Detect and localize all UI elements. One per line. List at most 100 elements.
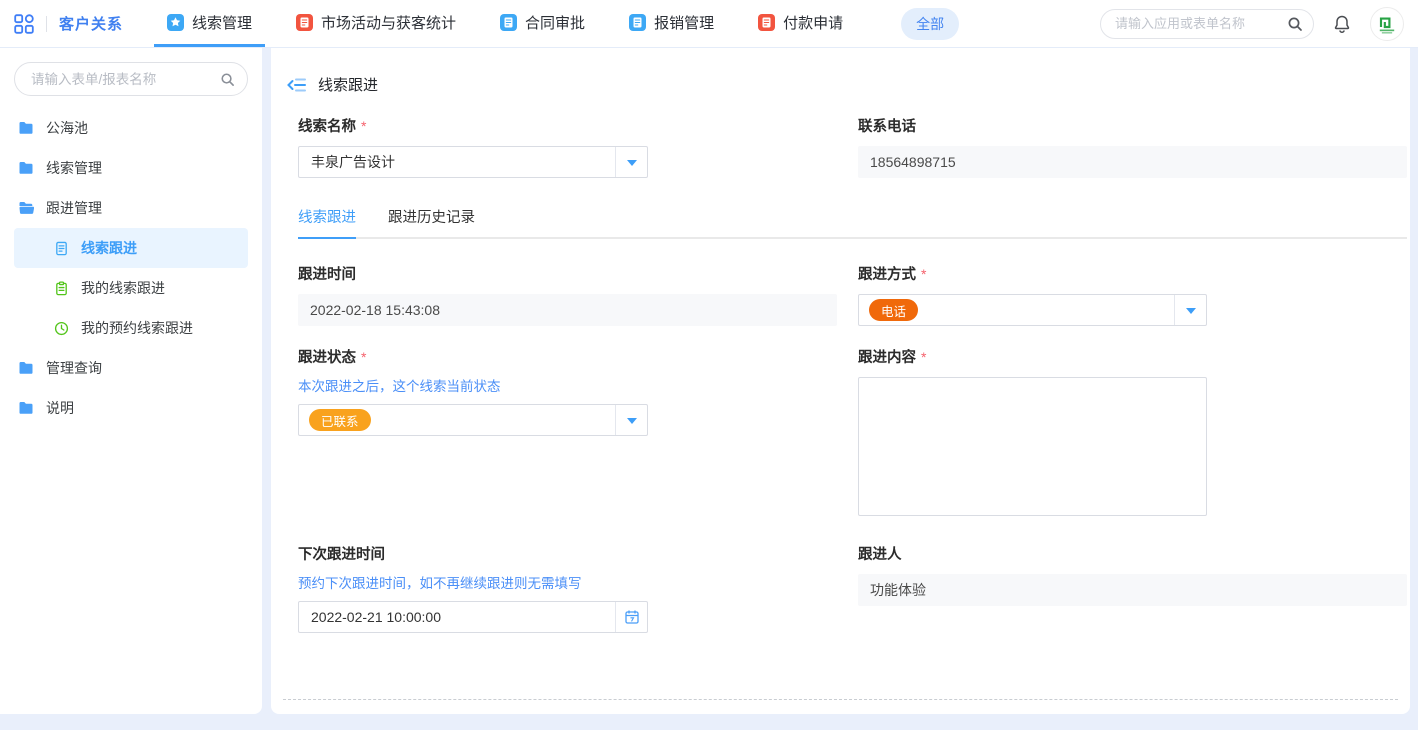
doc-app-icon [296,14,313,31]
next-followup-datetime-input[interactable] [299,609,615,625]
workspace-title[interactable]: 客户关系 [59,13,123,34]
nav-tab-reimbursement[interactable]: 报销管理 [616,0,727,47]
search-icon[interactable] [220,72,235,87]
main-panel: 线索跟进 线索名称 * 丰泉广告设计 联系电话 18564898715 [271,48,1410,714]
field-label: 联系电话 [858,115,916,136]
sidebar-menu: 公海池 线索管理 跟进管理 [0,108,262,428]
next-followup-datetime-picker [298,601,648,633]
sidebar-item-label: 线索管理 [46,158,102,178]
nav-tab-marketing-stats[interactable]: 市场活动与获客统计 [283,0,469,47]
nav-tab-label: 线索管理 [192,12,252,33]
lead-name-select[interactable]: 丰泉广告设计 [298,146,648,178]
sidebar-item-label: 线索跟进 [81,238,137,258]
calendar-box[interactable] [615,602,647,632]
field-label: 跟进人 [858,543,902,564]
nav-tab-lead-management[interactable]: 线索管理 [154,0,265,47]
app-search-box [1100,9,1314,39]
followup-content-textarea[interactable] [858,377,1207,516]
dropdown-caret-box[interactable] [615,147,647,177]
chevron-down-icon [1186,308,1196,319]
required-mark: * [361,349,366,365]
sidebar-item-my-lead-followups[interactable]: 我的线索跟进 [0,268,262,308]
sidebar-search-input[interactable] [31,72,220,87]
sidebar-item-instructions[interactable]: 说明 [0,388,262,428]
star-app-icon [167,14,184,31]
status-tag: 已联系 [309,409,371,431]
app-search-input[interactable] [1115,16,1287,31]
doc-app-icon [758,14,775,31]
folder-icon [18,121,34,135]
followup-status-select[interactable]: 已联系 [298,404,648,436]
sidebar-item-management-query[interactable]: 管理查询 [0,348,262,388]
folder-open-icon [18,201,34,215]
lead-name-value: 丰泉广告设计 [299,152,615,172]
required-mark: * [921,266,926,282]
sidebar-item-public-pool[interactable]: 公海池 [0,108,262,148]
search-icon[interactable] [1287,16,1303,32]
followup-method-select[interactable]: 电话 [858,294,1207,326]
field-label: 跟进方式 [858,263,916,284]
sidebar-item-lead-management[interactable]: 线索管理 [0,148,262,188]
divider [46,16,47,32]
folder-icon [18,361,34,375]
field-followup-status: 跟进状态 * 本次跟进之后，这个线索当前状态 已联系 [298,346,837,436]
tab-lead-followup[interactable]: 线索跟进 [298,206,356,239]
field-label: 跟进内容 [858,346,916,367]
calendar-icon [624,609,640,625]
field-lead-name: 线索名称 * 丰泉广告设计 [298,115,837,178]
folder-icon [18,401,34,415]
sidebar-search-box [14,62,248,96]
sidebar-item-my-scheduled-followups[interactable]: 我的预约线索跟进 [0,308,262,348]
sidebar-item-lead-followup[interactable]: 线索跟进 [14,228,248,268]
field-followup-time: 跟进时间 2022-02-18 15:43:08 [298,263,837,326]
field-next-followup-time: 下次跟进时间 预约下次跟进时间，如不再继续跟进则无需填写 [298,543,837,633]
top-nav-tabs: 线索管理 市场活动与获客统计 合同审批 报销管理 付款申请 [145,0,865,47]
all-apps-pill[interactable]: 全部 [901,8,959,40]
doc-app-icon [629,14,646,31]
sidebar: 公海池 线索管理 跟进管理 [0,48,262,714]
clock-icon [53,321,69,336]
folder-icon [18,161,34,175]
chevron-down-icon [627,160,637,171]
next-time-hint: 预约下次跟进时间，如不再继续跟进则无需填写 [298,572,837,592]
dropdown-caret-box[interactable] [615,405,647,435]
tab-followup-history[interactable]: 跟进历史记录 [388,206,475,239]
sidebar-item-label: 跟进管理 [46,198,102,218]
lead-followup-form: 线索名称 * 丰泉广告设计 联系电话 18564898715 线索跟进 跟进历史… [271,95,1410,633]
detail-tabs: 线索跟进 跟进历史记录 [298,206,1407,239]
clipboard-icon [53,281,69,296]
field-label: 下次跟进时间 [298,543,385,564]
nav-tab-label: 报销管理 [654,12,714,33]
page-header: 线索跟进 [271,48,1410,95]
field-contact-phone: 联系电话 18564898715 [858,115,1407,178]
field-follower: 跟进人 功能体验 [858,543,1407,606]
field-followup-method: 跟进方式 * 电话 [858,263,1407,326]
avatar[interactable] [1370,7,1404,41]
dropdown-caret-box[interactable] [1174,295,1206,325]
field-label: 线索名称 [298,115,356,136]
apps-grid-icon[interactable] [14,14,34,34]
page-title: 线索跟进 [318,74,378,95]
nav-tab-payment-request[interactable]: 付款申请 [745,0,856,47]
field-followup-content: 跟进内容 * [858,346,1407,521]
sidebar-item-label: 我的线索跟进 [81,278,165,298]
sidebar-item-label: 管理查询 [46,358,102,378]
field-label: 跟进状态 [298,346,356,367]
document-icon [53,241,69,256]
nav-tab-contract-approval[interactable]: 合同审批 [487,0,598,47]
doc-app-icon [500,14,517,31]
notification-bell-icon[interactable] [1332,13,1352,35]
contact-phone-value: 18564898715 [858,146,1407,178]
nav-tab-label: 合同审批 [525,12,585,33]
sidebar-item-label: 我的预约线索跟进 [81,318,193,338]
status-hint: 本次跟进之后，这个线索当前状态 [298,375,837,395]
collapse-sidebar-icon[interactable] [287,77,307,93]
required-mark: * [921,349,926,365]
method-tag: 电话 [869,299,918,321]
sidebar-item-followup-management[interactable]: 跟进管理 [0,188,262,228]
top-navigation-bar: 客户关系 线索管理 市场活动与获客统计 合同审批 报销管理 [0,0,1418,48]
nav-tab-label: 付款申请 [783,12,843,33]
nav-tab-label: 市场活动与获客统计 [321,12,456,33]
sidebar-item-label: 说明 [46,398,74,418]
required-mark: * [361,118,366,134]
